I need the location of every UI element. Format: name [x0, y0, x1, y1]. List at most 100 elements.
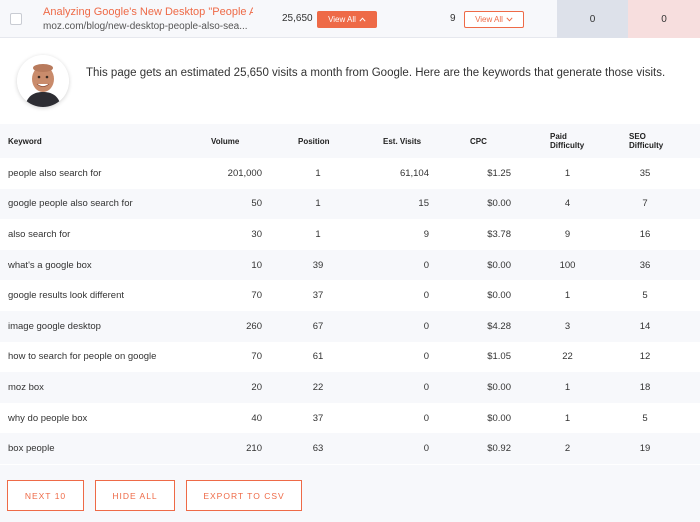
header-volume[interactable]: Volume [211, 124, 239, 158]
seo-difficulty-cell: 18 [639, 381, 651, 393]
header-est-visits[interactable]: Est. Visits [383, 124, 421, 158]
page-url: moz.com/blog/new-desktop-people-also-sea… [43, 21, 248, 32]
person-avatar-icon [17, 55, 69, 107]
est-visits-cell: 9 [423, 228, 429, 240]
volume-cell: 201,000 [227, 167, 262, 179]
position-cell: 1 [315, 228, 321, 240]
row-checkbox[interactable] [10, 13, 22, 25]
position-cell: 1 [315, 198, 321, 210]
cpc-cell: $0.00 [487, 412, 511, 424]
paid-difficulty-cell: 1 [564, 412, 571, 424]
cpc-cell: $3.78 [487, 228, 511, 240]
header-paid-difficulty[interactable]: Paid Difficulty [550, 124, 590, 158]
volume-cell: 10 [251, 259, 262, 271]
keyword-cell: people also search for [8, 167, 102, 179]
volume-cell: 30 [251, 228, 262, 240]
view-all-backlinks-button[interactable]: View All [464, 11, 524, 28]
position-cell: 39 [312, 259, 324, 271]
header-cpc[interactable]: CPC [470, 124, 487, 158]
seo-difficulty-cell: 14 [639, 320, 651, 332]
table-row: how to search for people on google 70 61 0 $… [0, 342, 700, 373]
paid-difficulty-cell: 3 [564, 320, 571, 332]
view-all-outline-label: View All [475, 15, 503, 24]
paid-difficulty-cell: 1 [564, 290, 571, 302]
table-row: image google desktop 260 67 0 $4.28 3 14 [0, 310, 700, 342]
header-position[interactable]: Position [298, 124, 330, 158]
cpc-cell: $1.05 [487, 351, 511, 363]
header-seo-difficulty[interactable]: SEO Difficulty [629, 124, 669, 158]
table-row: also search for 30 1 9 $3.78 9 16 [0, 219, 700, 250]
view-all-keywords-button[interactable]: View All [317, 11, 377, 28]
cpc-cell: $0.00 [487, 290, 511, 302]
position-cell: 1 [315, 167, 321, 179]
est-visits-cell: 0 [423, 351, 429, 363]
seo-difficulty-cell: 7 [642, 198, 648, 210]
seo-difficulty-cell: 19 [639, 443, 651, 455]
cpc-cell: $0.00 [487, 381, 511, 393]
position-cell: 37 [312, 412, 324, 424]
estimated-visits: 25,650 [282, 13, 313, 24]
position-cell: 67 [312, 320, 324, 332]
volume-cell: 40 [251, 412, 262, 424]
cpc-cell: $0.00 [487, 259, 511, 271]
seo-difficulty-cell: 12 [639, 351, 651, 363]
paid-difficulty-cell: 22 [562, 351, 573, 363]
keyword-cell: image google desktop [8, 320, 101, 332]
backlinks-count: 9 [450, 13, 456, 24]
paid-difficulty-cell: 4 [564, 198, 571, 210]
page-title-link[interactable]: Analyzing Google's New Desktop "People A… [43, 6, 253, 18]
est-visits-cell: 0 [423, 259, 429, 271]
seo-difficulty-cell: 35 [639, 167, 651, 179]
table-row: people also search for 201,000 1 61,104 $1.2… [0, 158, 700, 189]
paid-difficulty-cell: 1 [564, 381, 571, 393]
seo-difficulty-cell: 5 [642, 290, 648, 302]
seo-difficulty-cell: 36 [639, 259, 651, 271]
table-row: what's a google box 10 39 0 $0.00 100 36 [0, 249, 700, 281]
avatar [17, 55, 69, 107]
keyword-cell: how to search for people on google [8, 351, 157, 363]
social-count-a: 0 [557, 0, 628, 38]
volume-cell: 260 [246, 320, 262, 332]
table-header: Keyword Volume Position Est. Visits CPC … [0, 124, 700, 158]
table-row: google people also search for 50 1 15 $0.00 4… [0, 188, 700, 220]
cpc-cell: $0.00 [487, 198, 511, 210]
chevron-up-icon [359, 17, 366, 22]
est-visits-cell: 0 [423, 443, 429, 455]
hide-all-button[interactable]: HIDE ALL [95, 480, 175, 511]
cpc-cell: $0.92 [487, 443, 511, 455]
export-csv-button[interactable]: EXPORT TO CSV [186, 480, 302, 511]
volume-cell: 20 [251, 381, 262, 393]
intro-text: This page gets an estimated 25,650 visit… [86, 67, 666, 79]
paid-difficulty-cell: 9 [564, 228, 571, 240]
table-body: people also search for 201,000 1 61,104 $1.2… [0, 158, 700, 464]
seo-difficulty-cell: 16 [639, 228, 651, 240]
table-row: google results look different 70 37 0 $0.00 1… [0, 280, 700, 311]
paid-difficulty-cell: 2 [564, 443, 571, 455]
header-keyword[interactable]: Keyword [8, 124, 208, 158]
cpc-cell: $4.28 [487, 320, 511, 332]
est-visits-cell: 0 [423, 412, 429, 424]
volume-cell: 210 [246, 443, 262, 455]
table-row: why do people box 40 37 0 $0.00 1 5 [0, 403, 700, 434]
keyword-cell: why do people box [8, 412, 88, 424]
position-cell: 61 [312, 351, 324, 363]
est-visits-cell: 15 [418, 198, 429, 210]
next-10-button[interactable]: NEXT 10 [7, 480, 84, 511]
keyword-cell: google people also search for [8, 198, 133, 210]
table-row: box people 210 63 0 $0.92 2 19 [0, 433, 700, 464]
position-cell: 22 [312, 381, 324, 393]
social-count-b: 0 [628, 0, 700, 38]
volume-cell: 70 [251, 290, 262, 302]
cpc-cell: $1.25 [487, 167, 511, 179]
keyword-cell: google results look different [8, 290, 125, 302]
table-row: moz box 20 22 0 $0.00 1 18 [0, 372, 700, 403]
est-visits-cell: 0 [423, 320, 429, 332]
result-row: Analyzing Google's New Desktop "People A… [0, 0, 700, 38]
keyword-cell: also search for [8, 228, 71, 240]
keyword-cell: box people [8, 443, 55, 455]
est-visits-cell: 0 [423, 381, 429, 393]
volume-cell: 70 [251, 351, 262, 363]
paid-difficulty-cell: 1 [564, 167, 571, 179]
position-cell: 37 [312, 290, 324, 302]
keyword-cell: moz box [8, 381, 44, 393]
